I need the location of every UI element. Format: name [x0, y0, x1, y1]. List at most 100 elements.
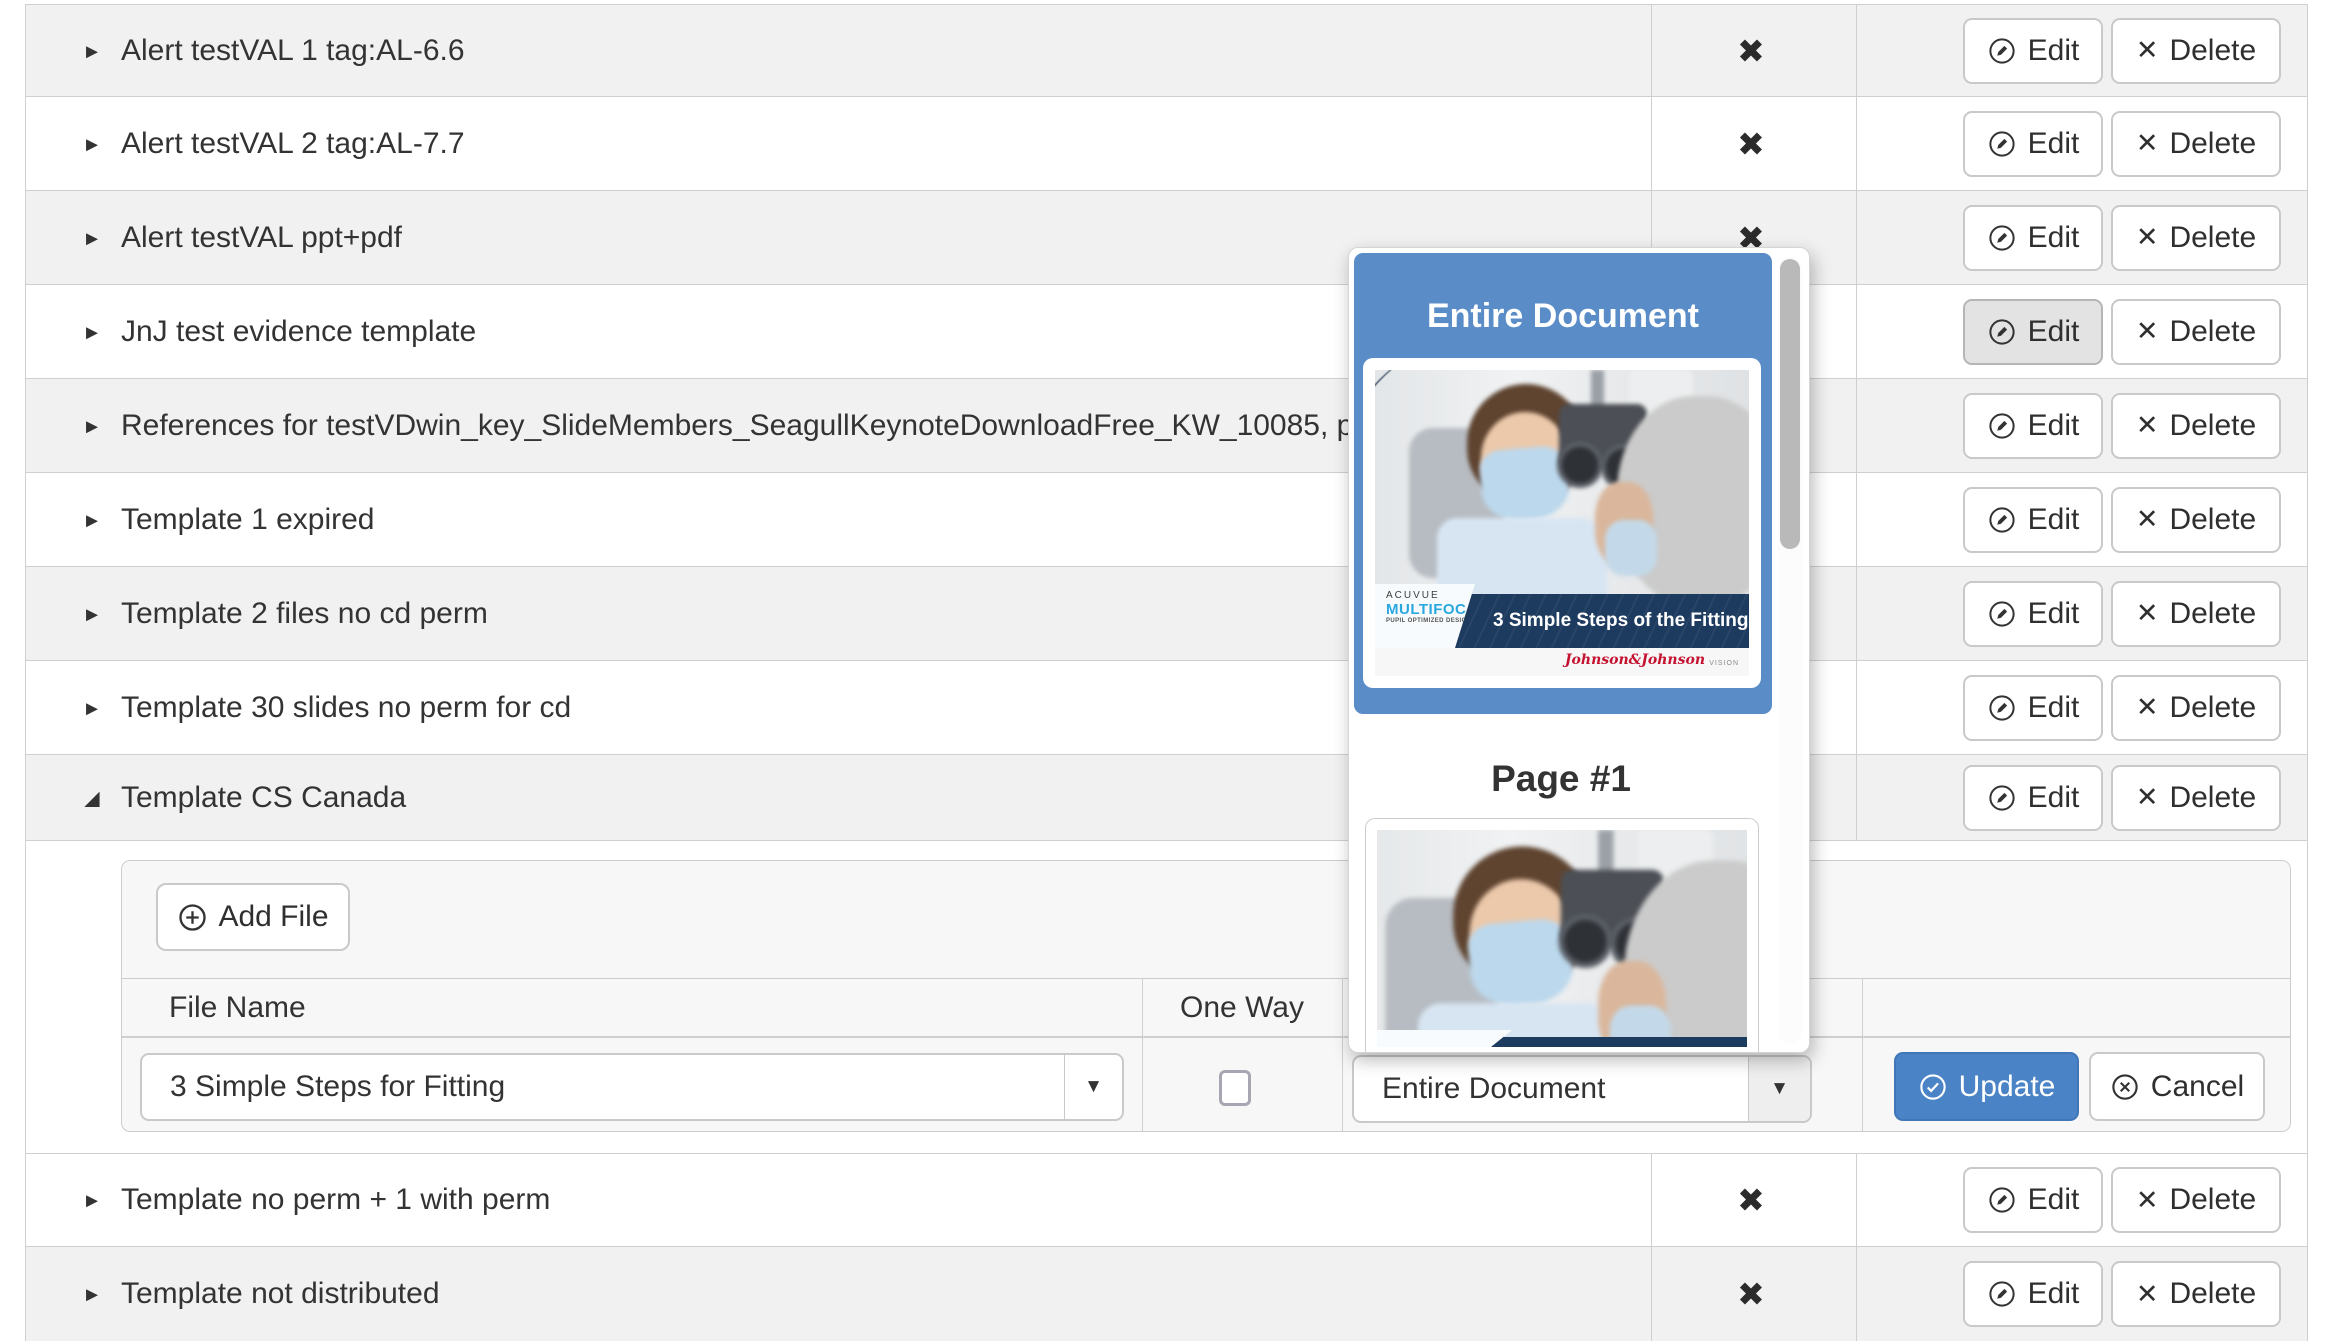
optometrist-shirt: [1437, 518, 1607, 594]
row-label: Template 1 expired: [121, 503, 374, 537]
column-divider: [1856, 191, 1857, 284]
delete-label: Delete: [2169, 1277, 2256, 1311]
popup-title: Entire Document: [1354, 297, 1772, 336]
table-row: ▸ Template not distributed ✖ Edit ✕ Dele…: [26, 1247, 2307, 1341]
not-distributed-x-mark: ✖: [1718, 1275, 1784, 1314]
edit-button[interactable]: Edit: [1963, 393, 2103, 459]
edit-button-active[interactable]: Edit: [1963, 299, 2103, 365]
slide-footer: Johnson&Johnson VISION: [1375, 648, 1749, 676]
x-icon: ✕: [2136, 1187, 2159, 1214]
delete-button[interactable]: ✕ Delete: [2111, 299, 2281, 365]
delete-label: Delete: [2169, 597, 2256, 631]
collapse-arrow-icon[interactable]: ◢: [72, 785, 112, 810]
pencil-circle-icon: [1987, 1185, 2017, 1215]
edit-button[interactable]: Edit: [1963, 675, 2103, 741]
pencil-circle-icon: [1987, 783, 2017, 813]
slide-preview: ACUVUE MULTIFOCAL PUPIL OPTIMIZED DESIGN…: [1375, 370, 1749, 676]
column-divider: [1856, 567, 1857, 660]
entire-document-card[interactable]: Entire Document: [1354, 253, 1772, 714]
one-way-checkbox[interactable]: [1219, 1070, 1251, 1106]
page-1-thumbnail[interactable]: [1365, 818, 1759, 1053]
table-row: ▸ Template no perm + 1 with perm ✖ Edit …: [26, 1154, 2307, 1247]
x-icon: ✕: [2136, 784, 2159, 811]
slide-photo: [1375, 370, 1749, 594]
expanded-file-row: Add File File Name One Way 3 Simple Step…: [26, 841, 2307, 1154]
expand-arrow-icon[interactable]: ▸: [72, 599, 112, 628]
expand-arrow-icon[interactable]: ▸: [72, 129, 112, 158]
page-select[interactable]: Entire Document ▼: [1352, 1055, 1812, 1123]
edit-button[interactable]: Edit: [1963, 765, 2103, 831]
row-label: Template no perm + 1 with perm: [121, 1183, 550, 1217]
pencil-circle-icon: [1987, 505, 2017, 535]
brand-subline: PUPIL OPTIMIZED DESIGN: [1386, 618, 1475, 624]
templates-table: ▸ Alert testVAL 1 tag:AL-6.6 ✖ Edit ✕ De…: [25, 4, 2308, 1341]
column-divider: [1651, 97, 1652, 190]
file-table-header: File Name One Way: [122, 978, 2290, 1038]
column-divider: [1651, 1247, 1652, 1341]
delete-button[interactable]: ✕ Delete: [2111, 205, 2281, 271]
column-divider: [1856, 379, 1857, 472]
delete-label: Delete: [2169, 503, 2256, 537]
delete-label: Delete: [2169, 221, 2256, 255]
not-distributed-x-mark: ✖: [1718, 124, 1784, 163]
expand-arrow-icon[interactable]: ▸: [72, 693, 112, 722]
file-name-select-value: 3 Simple Steps for Fitting: [170, 1070, 505, 1104]
chevron-down-icon[interactable]: ▼: [1064, 1055, 1122, 1119]
acuvue-brand-panel: ACUVUE MULTIFOCAL PUPIL OPTIMIZED DESIGN: [1375, 584, 1475, 648]
one-way-header: One Way: [1142, 991, 1342, 1025]
page-1-label: Page #1: [1349, 758, 1773, 800]
delete-button[interactable]: ✕ Delete: [2111, 487, 2281, 553]
edit-button[interactable]: Edit: [1963, 487, 2103, 553]
delete-button[interactable]: ✕ Delete: [2111, 1167, 2281, 1233]
expand-arrow-icon[interactable]: ▸: [72, 1186, 112, 1215]
expand-arrow-icon[interactable]: ▸: [72, 317, 112, 346]
expand-arrow-icon[interactable]: ▸: [72, 411, 112, 440]
expand-arrow-icon[interactable]: ▸: [72, 36, 112, 65]
expand-arrow-icon[interactable]: ▸: [72, 505, 112, 534]
delete-button[interactable]: ✕ Delete: [2111, 581, 2281, 647]
table-row: ▸ JnJ test evidence template ✖ Edit ✕ De…: [26, 285, 2307, 379]
delete-button[interactable]: ✕ Delete: [2111, 765, 2281, 831]
table-row: ▸ Template 2 files no cd perm ✖ Edit ✕ D…: [26, 567, 2307, 661]
file-name-select[interactable]: 3 Simple Steps for Fitting ▼: [140, 1053, 1124, 1121]
cancel-button[interactable]: Cancel: [2089, 1052, 2265, 1121]
pencil-circle-icon: [1987, 317, 2017, 347]
popup-scrollbar-thumb[interactable]: [1780, 259, 1800, 549]
pencil-circle-icon: [1987, 599, 2017, 629]
add-file-label: Add File: [218, 900, 328, 934]
edit-button[interactable]: Edit: [1963, 1261, 2103, 1327]
edit-button[interactable]: Edit: [1963, 18, 2103, 84]
edit-label: Edit: [2028, 691, 2080, 725]
document-thumbnail[interactable]: ACUVUE MULTIFOCAL PUPIL OPTIMIZED DESIGN…: [1363, 358, 1761, 688]
expand-arrow-icon[interactable]: ▸: [72, 223, 112, 252]
expand-arrow-icon[interactable]: ▸: [72, 1280, 112, 1309]
delete-label: Delete: [2169, 315, 2256, 349]
edit-button[interactable]: Edit: [1963, 581, 2103, 647]
decor-arc: [1591, 830, 1747, 1047]
delete-button[interactable]: ✕ Delete: [2111, 111, 2281, 177]
delete-button[interactable]: ✕ Delete: [2111, 1261, 2281, 1327]
column-divider: [1856, 5, 1857, 96]
delete-button[interactable]: ✕ Delete: [2111, 675, 2281, 741]
edit-button[interactable]: Edit: [1963, 1167, 2103, 1233]
delete-button[interactable]: ✕ Delete: [2111, 393, 2281, 459]
phoropter-lens: [1557, 442, 1603, 488]
edit-button[interactable]: Edit: [1963, 205, 2103, 271]
edit-button[interactable]: Edit: [1963, 111, 2103, 177]
edit-label: Edit: [2028, 34, 2080, 68]
page-preview-popup: Entire Document: [1348, 247, 1810, 1053]
delete-label: Delete: [2169, 127, 2256, 161]
x-icon: ✕: [2136, 506, 2159, 533]
x-icon: ✕: [2136, 600, 2159, 627]
delete-button[interactable]: ✕ Delete: [2111, 18, 2281, 84]
pencil-circle-icon: [1987, 1279, 2017, 1309]
chevron-down-icon[interactable]: ▼: [1748, 1057, 1810, 1121]
pencil-circle-icon: [1987, 693, 2017, 723]
update-button[interactable]: Update: [1894, 1052, 2079, 1121]
row-label: References for testVDwin_key_SlideMember…: [121, 409, 1378, 443]
table-row: ▸ Alert testVAL 2 tag:AL-7.7 ✖ Edit ✕ De…: [26, 97, 2307, 191]
add-file-button[interactable]: Add File: [156, 883, 350, 951]
edit-label: Edit: [2028, 1183, 2080, 1217]
row-label: Alert testVAL ppt+pdf: [121, 221, 402, 255]
file-edit-panel: Add File File Name One Way 3 Simple Step…: [121, 860, 2291, 1132]
